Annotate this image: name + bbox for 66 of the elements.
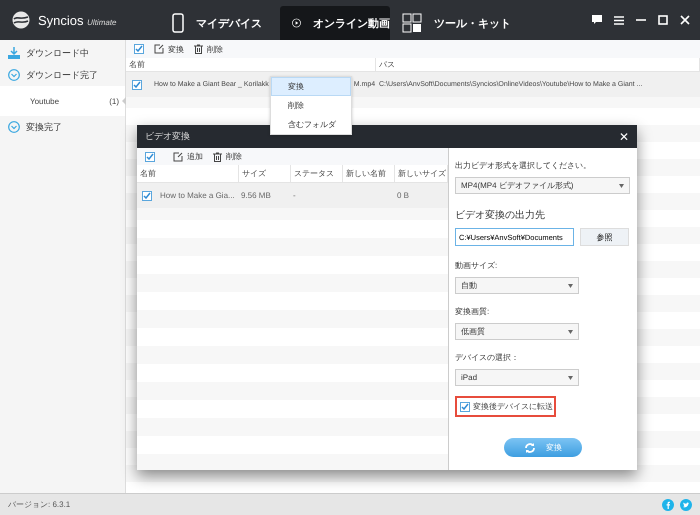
dropdown[interactable]: 自動 bbox=[455, 277, 579, 294]
column-header: 新しい名前 bbox=[346, 168, 386, 179]
column-header: パス bbox=[379, 59, 395, 70]
format-label: 出力ビデオ形式を選択してください。 bbox=[455, 160, 592, 171]
close-icon[interactable] bbox=[680, 15, 690, 25]
dialog-title: ビデオ変換 bbox=[145, 130, 190, 143]
sidebar-subitem[interactable]: Youtube (1) bbox=[0, 86, 125, 116]
table-cell: 0 B bbox=[397, 191, 410, 200]
column-header: 名前 bbox=[129, 59, 145, 70]
toolbar-button[interactable]: 追加 bbox=[173, 151, 203, 162]
menu-item[interactable]: 変換 bbox=[270, 77, 351, 96]
table-cell: How to Make a Gia... bbox=[160, 191, 235, 200]
toolbar-button[interactable]: 変換 bbox=[154, 44, 184, 54]
checkbox[interactable] bbox=[132, 80, 142, 90]
close-button[interactable]: ✕ bbox=[618, 130, 629, 144]
sidebar-item[interactable]: ダウンロード中 bbox=[0, 42, 125, 64]
facebook-icon[interactable] bbox=[662, 498, 674, 510]
chevron-icon bbox=[8, 69, 20, 81]
dropdown[interactable]: iPad bbox=[455, 369, 579, 386]
trash-icon bbox=[194, 44, 203, 54]
field-label: 変換画質: bbox=[455, 306, 490, 317]
menu-icon[interactable] bbox=[614, 16, 624, 24]
field-label: デバイスの選択： bbox=[455, 352, 520, 363]
download-icon bbox=[8, 47, 20, 59]
refresh-icon bbox=[524, 442, 536, 454]
maximize-icon[interactable] bbox=[658, 15, 668, 25]
chevron-icon bbox=[8, 121, 20, 133]
checkbox[interactable] bbox=[134, 44, 144, 54]
transfer-option[interactable]: 変換後デバイスに転送 bbox=[455, 396, 556, 417]
menu-item[interactable]: 削除 bbox=[270, 96, 351, 115]
app-name: Syncios Ultimate bbox=[38, 12, 116, 28]
caret-icon bbox=[568, 376, 573, 380]
chat-icon[interactable] bbox=[592, 15, 602, 25]
field-label: 動画サイズ: bbox=[455, 260, 498, 271]
version-text: バージョン: 6.3.1 bbox=[8, 499, 70, 510]
caret-icon bbox=[619, 184, 624, 188]
column-header: サイズ bbox=[242, 168, 266, 179]
column-header: 名前 bbox=[140, 168, 156, 179]
edit-icon bbox=[173, 152, 183, 162]
nav-tab[interactable]: オンライン動画 bbox=[280, 6, 390, 40]
dropdown[interactable]: 低画質 bbox=[455, 323, 579, 340]
checkbox[interactable] bbox=[142, 190, 152, 200]
sidebar-item[interactable]: ダウンロード完了 bbox=[0, 64, 125, 86]
checkbox[interactable] bbox=[145, 152, 155, 162]
twitter-icon[interactable] bbox=[680, 498, 692, 510]
nav-tab[interactable]: マイデバイス bbox=[160, 6, 280, 40]
column-header: 新しいサイズ bbox=[398, 168, 446, 179]
format-select[interactable]: MP4(MP4 ビデオファイル形式) bbox=[455, 177, 630, 194]
caret-icon bbox=[568, 330, 573, 334]
phone-icon bbox=[172, 13, 184, 33]
sidebar-item[interactable]: 変換完了 bbox=[0, 116, 125, 138]
table-cell: - bbox=[293, 191, 296, 200]
checkbox[interactable] bbox=[460, 402, 470, 412]
output-label: ビデオ変換の出力先 bbox=[455, 208, 546, 222]
trash-icon bbox=[213, 152, 222, 162]
toolbar-button[interactable]: 削除 bbox=[194, 44, 223, 54]
table-cell: 9.56 MB bbox=[241, 191, 271, 200]
caret-icon bbox=[568, 284, 573, 288]
column-header: ステータス bbox=[294, 168, 334, 179]
grid-icon bbox=[402, 13, 422, 33]
logo-icon bbox=[12, 11, 30, 29]
menu-item[interactable]: 含むフォルダ bbox=[270, 115, 351, 134]
browse-button[interactable]: 参照 bbox=[580, 228, 629, 246]
edit-icon bbox=[154, 44, 164, 54]
toolbar-button[interactable]: 削除 bbox=[213, 151, 242, 162]
nav-tab[interactable]: ツール・キット bbox=[390, 6, 515, 40]
